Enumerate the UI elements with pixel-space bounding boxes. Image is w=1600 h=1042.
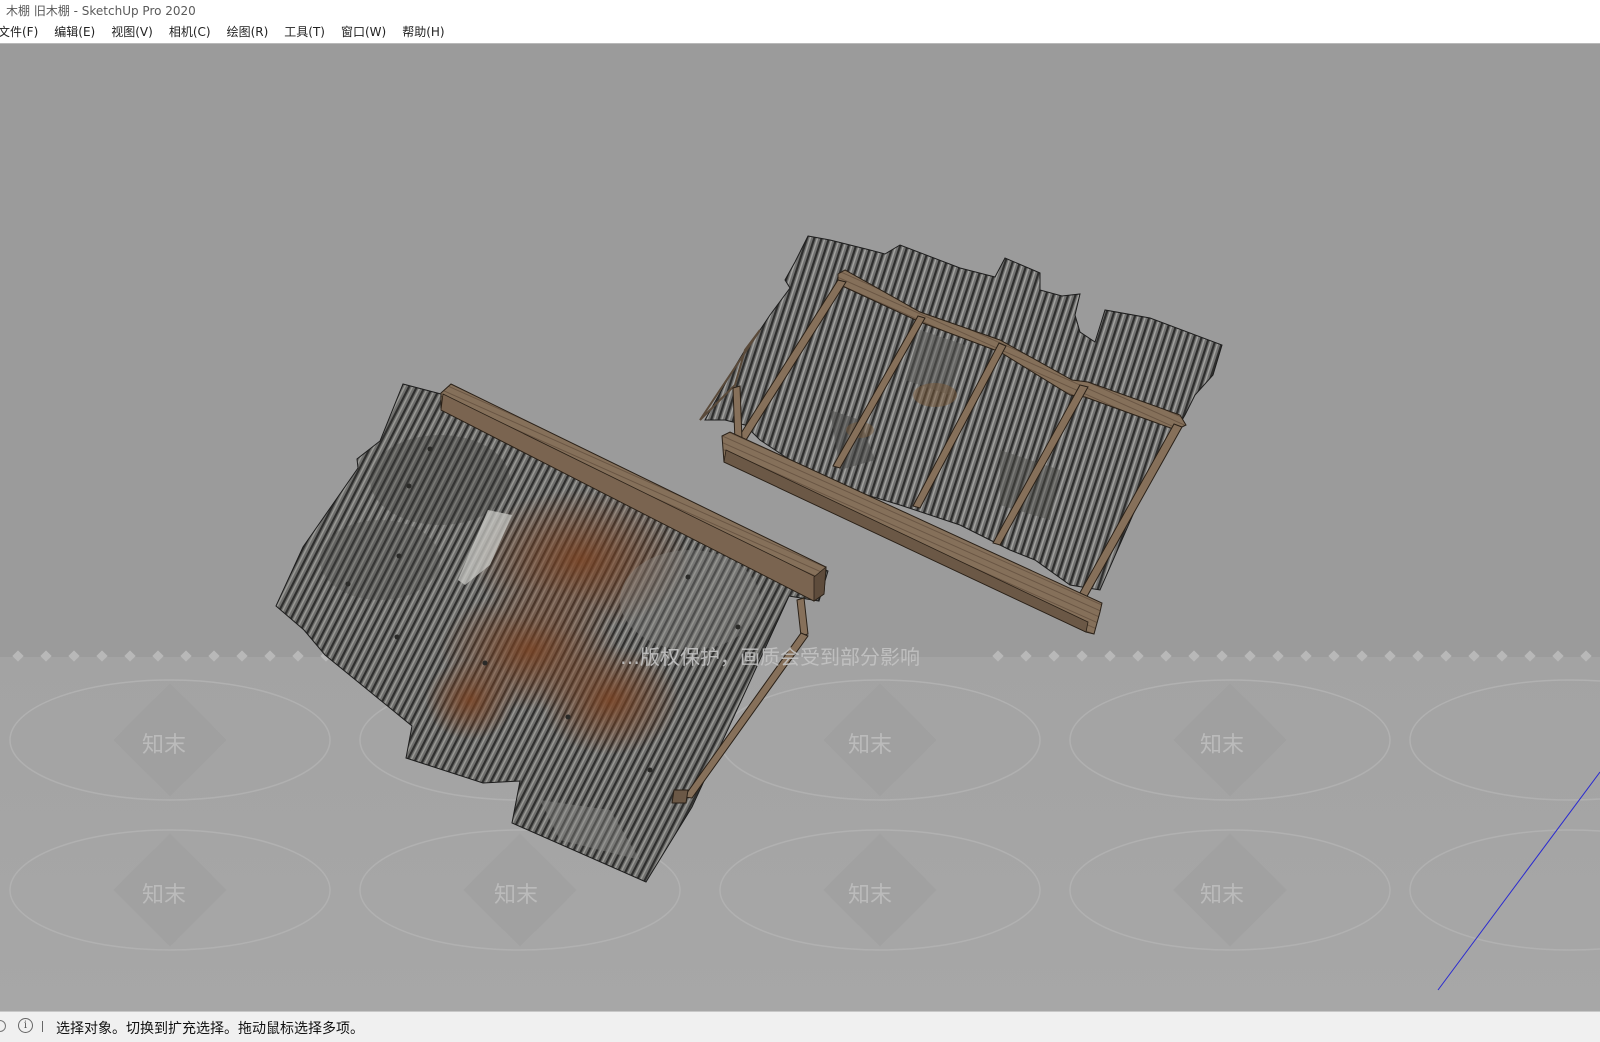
menu-camera[interactable]: 相机(C)	[161, 22, 219, 43]
watermark-band	[0, 657, 1600, 1011]
menu-edit[interactable]: 编辑(E)	[46, 22, 103, 43]
menu-help[interactable]: 帮助(H)	[394, 22, 452, 43]
watermark-notice: …版权保护，画质会受到部分影响	[620, 645, 920, 669]
info-circle-icon[interactable]: i	[18, 1018, 33, 1033]
watermark-brand-d3: 知末	[1200, 733, 1244, 758]
watermark-brand-d5: 知末	[494, 883, 538, 908]
menu-window[interactable]: 窗口(W)	[333, 22, 394, 43]
status-divider	[42, 1021, 43, 1032]
menu-file[interactable]: 文件(F)	[0, 22, 46, 43]
watermark-brand-d1: 知末	[142, 733, 186, 758]
menu-draw[interactable]: 绘图(R)	[219, 22, 277, 43]
viewport-canvas: 知末 知末 知末 知末 知末 知末 知末 知末 …版权保护，画质会受到部分影响	[0, 235, 1600, 1011]
window-titlebar: 木棚 旧木棚 - SketchUp Pro 2020	[0, 0, 1600, 22]
model-viewport[interactable]: 知末 知末 知末 知末 知末 知末 知末 知末 …版权保护，画质会受到部分影响	[0, 44, 1600, 1011]
watermark-brand-d6: 知末	[848, 883, 892, 908]
watermark-brand-d4: 知末	[142, 883, 186, 908]
menu-tools[interactable]: 工具(T)	[276, 22, 333, 43]
watermark-brand-d2: 知末	[848, 733, 892, 758]
watermark-brand-d7: 知末	[1200, 883, 1244, 908]
geo-location-icon[interactable]	[0, 1020, 6, 1032]
status-hint: 选择对象。切换到扩充选择。拖动鼠标选择多项。	[56, 1021, 364, 1037]
menu-bar: 文件(F) 编辑(E) 视图(V) 相机(C) 绘图(R) 工具(T) 窗口(W…	[0, 22, 1600, 44]
window-title: 木棚 旧木棚 - SketchUp Pro 2020	[6, 4, 196, 18]
status-bar: i 选择对象。切换到扩充选择。拖动鼠标选择多项。	[0, 1011, 1600, 1042]
menu-view[interactable]: 视图(V)	[103, 22, 161, 43]
